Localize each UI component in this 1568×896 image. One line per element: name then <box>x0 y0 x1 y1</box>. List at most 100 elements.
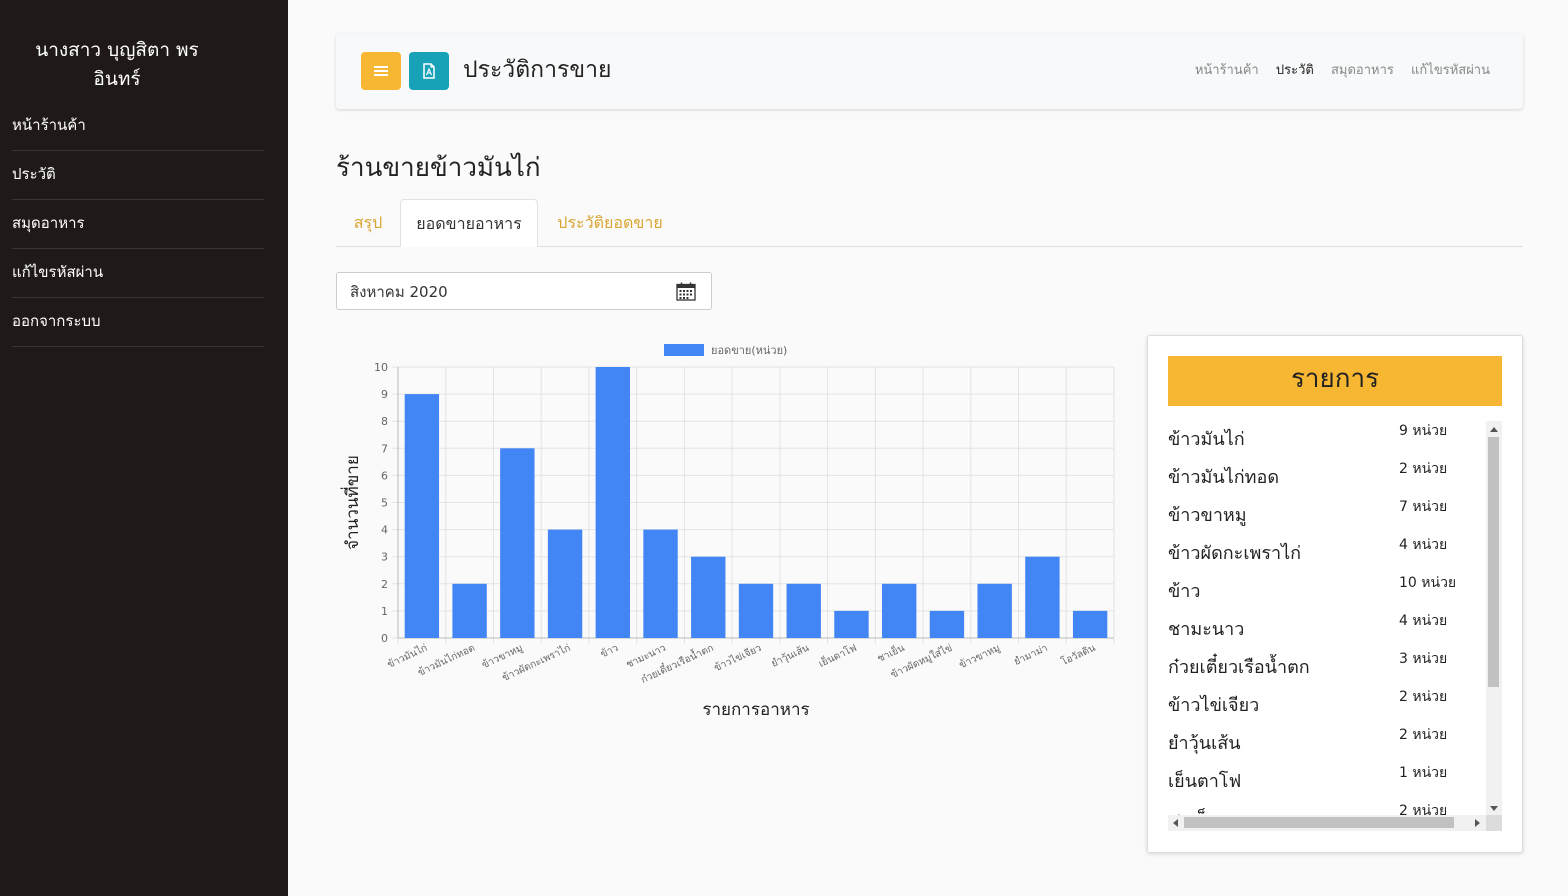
list-item-name: ข้าวผัดกะเพราไก่ <box>1168 543 1302 564</box>
tab-sales-history[interactable]: ประวัติยอดขาย <box>538 199 682 247</box>
item-list[interactable]: ข้าวมันไก่ 9 หน่วย ข้าวมันไก่ทอด 2 หน่วย ข้า… <box>1168 421 1486 816</box>
vertical-scroll-thumb[interactable] <box>1488 437 1499 687</box>
list-item-qty: 7 หน่วย <box>1399 499 1448 515</box>
y-tick-label: 6 <box>381 469 388 482</box>
list-item-name: ข้าว <box>1168 581 1201 602</box>
list-item-qty: 4 หน่วย <box>1399 613 1448 629</box>
x-tick-label: ข้าว <box>599 642 620 661</box>
x-tick-label: ข้าวขาหมู <box>957 642 1002 671</box>
user-name-line1: นางสาว บุญสิตา พร <box>35 39 199 61</box>
nav-link-food-book[interactable]: สมุดอาหาร <box>1331 63 1394 78</box>
bar <box>1072 610 1108 638</box>
scroll-right-arrow-icon[interactable] <box>1475 819 1480 827</box>
tab-bar: สรุป ยอดขายอาหาร ประวัติยอดขาย <box>336 199 1523 247</box>
list-item: ข้าว 10 หน่วย <box>1168 573 1486 611</box>
list-item: ข้าวมันไก่ทอด 2 หน่วย <box>1168 459 1486 497</box>
y-tick-label: 1 <box>381 605 388 618</box>
sidebar-item-shop[interactable]: หน้าร้านค้า <box>12 102 264 151</box>
user-name: นางสาว บุญสิตา พร อินทร์ <box>0 36 234 94</box>
item-list-title: รายการ <box>1168 356 1502 406</box>
bar <box>786 583 821 638</box>
scrollbar-corner <box>1486 815 1502 831</box>
legend-swatch <box>664 344 704 356</box>
tab-food-sales[interactable]: ยอดขายอาหาร <box>400 199 538 247</box>
scroll-left-arrow-icon[interactable] <box>1173 819 1178 827</box>
user-name-line2: อินทร์ <box>93 68 141 90</box>
bar <box>977 583 1012 638</box>
shop-title: ร้านขายข้าวมันไก่ <box>336 153 541 183</box>
list-item: ก๋วยเตี๋ยวเรือน้ำตก 3 หน่วย <box>1168 649 1486 687</box>
sidebar-menu: หน้าร้านค้า ประวัติ สมุดอาหาร แก้ไขรหัสผ… <box>12 102 264 347</box>
sidebar-item-food-book[interactable]: สมุดอาหาร <box>12 200 264 249</box>
list-item: ชามะนาว 4 หน่วย <box>1168 611 1486 649</box>
tab-summary[interactable]: สรุป <box>336 199 400 247</box>
bar <box>595 367 630 638</box>
bar <box>404 394 440 638</box>
list-item-name: ชามะนาว <box>1168 619 1245 640</box>
list-item-qty: 1 หน่วย <box>1399 765 1448 781</box>
y-tick-label: 8 <box>381 415 388 428</box>
bar <box>691 556 726 638</box>
bar <box>834 610 869 638</box>
y-axis-title: จำนวนที่ขาย <box>340 455 363 550</box>
bar <box>643 529 678 638</box>
month-picker[interactable]: สิงหาคม 2020 <box>336 272 712 310</box>
list-item: ยำวุ้นเส้น 2 หน่วย <box>1168 725 1486 763</box>
y-tick-label: 4 <box>381 524 388 537</box>
list-horizontal-scrollbar[interactable] <box>1168 815 1486 831</box>
hamburger-icon <box>374 66 388 76</box>
nav-link-history[interactable]: ประวัติ <box>1276 63 1314 78</box>
bar <box>452 583 487 638</box>
month-picker-value: สิงหาคม 2020 <box>350 283 448 301</box>
list-item-qty: 9 หน่วย <box>1399 423 1448 439</box>
x-tick-label: เย็นตาโฟ <box>816 640 859 670</box>
x-tick-label: ยำมาม่า <box>1012 643 1049 668</box>
nav-link-change-password[interactable]: แก้ไขรหัสผ่าน <box>1411 63 1490 78</box>
top-header: ประวัติการขาย หน้าร้านค้า ประวัติ สมุดอา… <box>336 34 1523 109</box>
bar <box>929 610 965 638</box>
export-pdf-button[interactable] <box>409 52 449 90</box>
y-tick-label: 5 <box>381 497 388 510</box>
list-item: ข้าวไข่เจียว 2 หน่วย <box>1168 687 1486 725</box>
y-tick-label: 3 <box>381 551 388 564</box>
list-item-qty: 3 หน่วย <box>1399 651 1448 667</box>
y-tick-label: 10 <box>374 361 388 374</box>
list-item-qty: 2 หน่วย <box>1399 727 1448 743</box>
x-tick-label: ข้าวไข่เจียว <box>712 642 763 674</box>
nav-link-shop[interactable]: หน้าร้านค้า <box>1195 63 1259 78</box>
scroll-up-arrow-icon[interactable] <box>1490 427 1498 432</box>
x-tick-label: ยำวุ้นเส้น <box>769 642 811 670</box>
list-item-qty: 10 หน่วย <box>1399 575 1457 591</box>
x-tick-label: ชาเย็น <box>875 640 907 665</box>
x-axis-title: รายการอาหาร <box>702 700 809 720</box>
list-item: ข้าวผัดกะเพราไก่ 4 หน่วย <box>1168 535 1486 573</box>
bar <box>1025 556 1060 638</box>
list-item-name: ข้าวขาหมู <box>1168 505 1247 526</box>
menu-toggle-button[interactable] <box>361 52 401 90</box>
list-item-qty: 2 หน่วย <box>1399 461 1448 477</box>
bar <box>547 529 583 638</box>
item-list-card: รายการ ข้าวมันไก่ 9 หน่วยข้าวมันไก่ทอด 2 ห… <box>1147 335 1523 853</box>
list-item-qty: 4 หน่วย <box>1399 537 1448 553</box>
sidebar-item-change-password[interactable]: แก้ไขรหัสผ่าน <box>12 249 264 298</box>
list-item-qty: 2 หน่วย <box>1399 803 1448 816</box>
pdf-file-icon <box>423 63 435 79</box>
bar <box>738 583 774 638</box>
list-item-name: ก๋วยเตี๋ยวเรือน้ำตก <box>1168 657 1310 678</box>
list-item-name: ข้าวมันไก่ <box>1168 429 1245 450</box>
list-item: เย็นตาโฟ 1 หน่วย <box>1168 763 1486 801</box>
sidebar-item-logout[interactable]: ออกจากระบบ <box>12 298 264 347</box>
horizontal-scroll-thumb[interactable] <box>1184 817 1454 828</box>
calendar-icon[interactable] <box>676 282 696 301</box>
scroll-down-arrow-icon[interactable] <box>1490 806 1498 811</box>
legend-label: ยอดขาย(หน่วย) <box>711 344 787 357</box>
list-item-name: ข้าวไข่เจียว <box>1168 695 1260 716</box>
list-item-name: ข้าวมันไก่ทอด <box>1168 467 1280 488</box>
list-item-name: เย็นตาโฟ <box>1168 771 1242 792</box>
sidebar-item-history[interactable]: ประวัติ <box>12 151 264 200</box>
list-item-qty: 2 หน่วย <box>1399 689 1448 705</box>
page-title: ประวัติการขาย <box>463 57 612 83</box>
list-item-name: ยำวุ้นเส้น <box>1168 733 1241 754</box>
list-item: ข้าวขาหมู 7 หน่วย <box>1168 497 1486 535</box>
list-vertical-scrollbar[interactable] <box>1486 421 1502 815</box>
